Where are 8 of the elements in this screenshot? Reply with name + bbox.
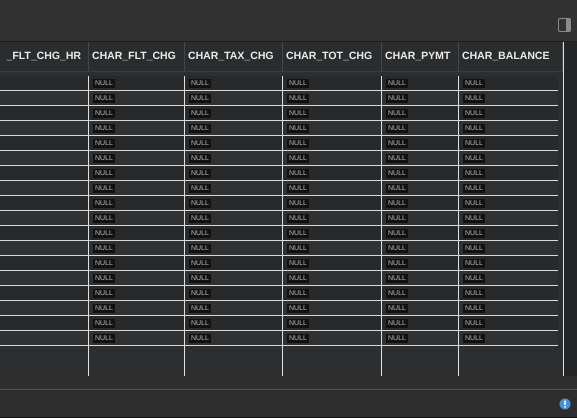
column-header[interactable]: CHAR_PYMT xyxy=(382,42,459,71)
column-header[interactable]: CHAR_TOT_CHG xyxy=(283,42,382,71)
column-header[interactable]: CHAR_FLT_CHG xyxy=(89,42,185,71)
column-header[interactable]: _FLT_CHG_HR xyxy=(0,42,89,71)
scrollbar-track[interactable] xyxy=(563,42,577,376)
column-header[interactable]: CHAR_TAX_CHG xyxy=(185,42,283,71)
panel-toggle-icon[interactable] xyxy=(558,18,571,32)
info-icon[interactable] xyxy=(559,398,571,410)
